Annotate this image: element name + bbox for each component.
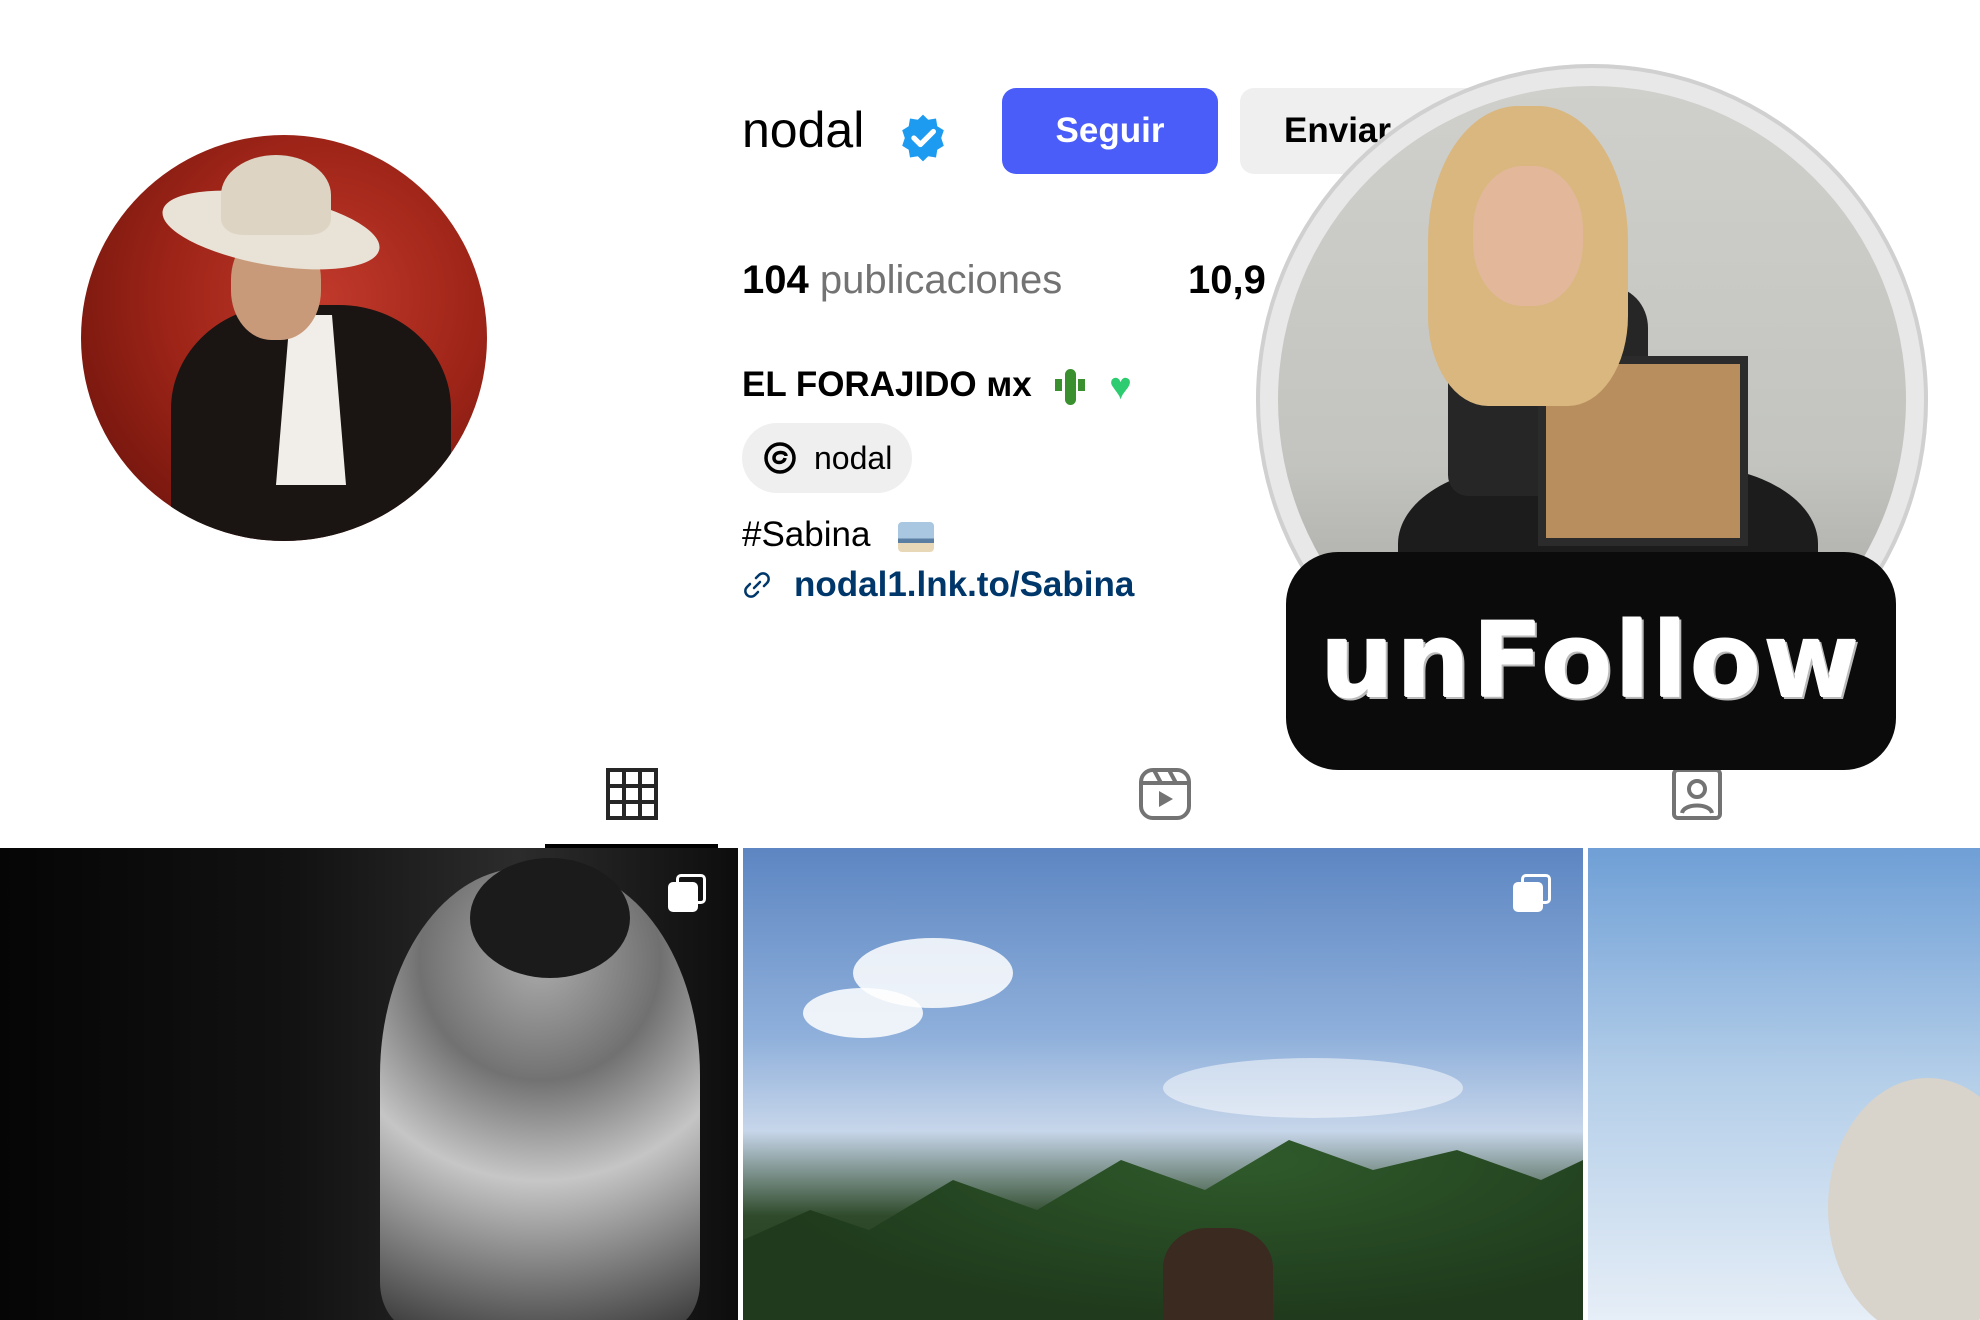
reels-icon <box>1138 768 1191 820</box>
bio-link[interactable]: nodal1.lnk.to/Sabina <box>794 565 1134 605</box>
post-image-cloud <box>1163 1058 1463 1118</box>
verified-badge-icon <box>902 114 944 162</box>
unfollow-sticker: unFollow <box>1286 552 1896 770</box>
bio-hashtag[interactable]: #Sabina <box>742 515 870 554</box>
unfollow-sticker-text: unFollow <box>1320 600 1862 722</box>
profile-avatar[interactable] <box>81 135 487 541</box>
followers-stat[interactable]: 10,9 <box>1188 252 1266 308</box>
post-thumbnail[interactable] <box>743 848 1583 1320</box>
post-image-hat <box>1828 1078 1980 1320</box>
cactus-emoji-icon <box>1055 368 1086 405</box>
posts-grid <box>0 848 1980 1320</box>
tab-reels[interactable] <box>1078 740 1251 848</box>
threads-handle: nodal <box>814 439 893 476</box>
post-thumbnail[interactable] <box>1588 848 1980 1320</box>
follow-button[interactable]: Seguir <box>1002 88 1218 174</box>
posts-label: publicaciones <box>819 258 1063 302</box>
posts-stat: 104 publicaciones <box>742 252 1062 308</box>
green-heart-emoji-icon: ♥ <box>1109 365 1132 408</box>
avatar-hat-top <box>221 155 331 235</box>
post-image-rider <box>1163 1228 1273 1320</box>
bio-link-row: nodal1.lnk.to/Sabina <box>742 560 1134 610</box>
grid-icon <box>605 768 658 820</box>
post-image-hair <box>470 858 630 978</box>
profile-full-name: EL FORAJIDO ᴍx ♥ <box>742 360 1132 412</box>
threads-icon <box>764 442 796 474</box>
picture-emoji-icon <box>898 521 935 552</box>
post-image-cloud <box>803 988 923 1038</box>
link-icon <box>744 572 770 598</box>
carousel-icon <box>1513 874 1553 914</box>
overlay-photo-face <box>1473 166 1583 306</box>
posts-count: 104 <box>742 258 809 302</box>
profile-username: nodal <box>742 102 865 158</box>
threads-badge[interactable]: nodal <box>742 423 912 493</box>
bio-hashtag-line: #Sabina <box>742 510 935 560</box>
carousel-icon <box>668 874 708 914</box>
full-name-text: EL FORAJIDO ᴍx <box>742 365 1032 404</box>
tagged-icon <box>1671 768 1722 820</box>
tab-posts[interactable] <box>545 740 718 848</box>
post-thumbnail[interactable] <box>0 848 738 1320</box>
